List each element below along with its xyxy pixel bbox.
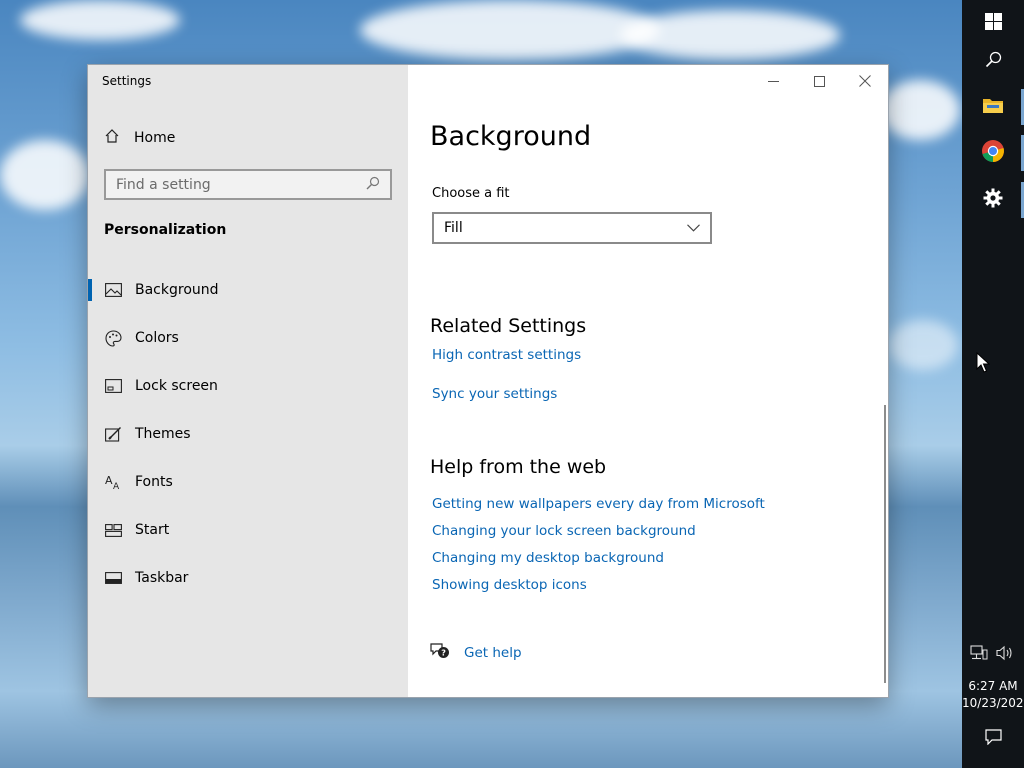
fit-dropdown-value: Fill: [444, 220, 463, 236]
settings-taskbar-button[interactable]: [962, 177, 1024, 223]
network-icon[interactable]: [970, 645, 988, 665]
volume-icon[interactable]: [996, 645, 1014, 665]
taskbar: 6:27 AM 10/23/2022: [962, 0, 1024, 768]
fit-dropdown[interactable]: Fill: [432, 212, 712, 244]
folder-icon: [982, 96, 1004, 118]
start-icon: [104, 521, 122, 539]
content-pane: Background Choose a fit Fill Related Set…: [408, 65, 888, 697]
sidebar-item-label: Fonts: [135, 474, 173, 490]
sidebar-item-label: Lock screen: [135, 378, 218, 394]
clock-time[interactable]: 6:27 AM: [962, 678, 1024, 695]
sidebar-item-fonts[interactable]: AA Fonts: [88, 463, 408, 501]
close-button[interactable]: [842, 65, 888, 97]
help-link-desktop-icons[interactable]: Showing desktop icons: [432, 577, 587, 593]
sidebar-item-background[interactable]: Background: [88, 271, 408, 309]
system-tray: [970, 645, 1014, 665]
sidebar-item-label: Themes: [135, 426, 191, 442]
home-button[interactable]: Home: [104, 127, 175, 149]
mouse-cursor-icon: [976, 351, 991, 378]
navigation-pane: Settings Home Find a setting Personaliza…: [88, 65, 408, 697]
clock-date[interactable]: 10/23/2022: [962, 695, 1024, 712]
sidebar-item-taskbar[interactable]: Taskbar: [88, 559, 408, 597]
search-icon: [366, 176, 380, 194]
sidebar-item-label: Background: [135, 282, 219, 298]
scrollbar[interactable]: [884, 405, 886, 683]
chrome-button[interactable]: [962, 130, 1024, 176]
related-settings-heading: Related Settings: [430, 315, 587, 337]
taskbar-icon: [104, 569, 122, 587]
windows-logo-icon: [984, 12, 1002, 34]
search-input[interactable]: Find a setting: [104, 169, 392, 200]
sidebar-item-themes[interactable]: Themes: [88, 415, 408, 453]
help-link-lock-screen[interactable]: Changing your lock screen background: [432, 523, 696, 539]
home-label: Home: [134, 130, 176, 146]
sidebar-item-colors[interactable]: Colors: [88, 319, 408, 357]
help-link-wallpapers[interactable]: Getting new wallpapers every day from Mi…: [432, 496, 765, 512]
help-heading: Help from the web: [430, 456, 607, 478]
chat-help-icon: ?: [430, 642, 450, 664]
chrome-icon: [981, 139, 1005, 167]
home-icon: [104, 128, 120, 148]
fit-label: Choose a fit: [432, 186, 510, 201]
svg-text:A: A: [113, 482, 120, 490]
search-button[interactable]: [962, 38, 1024, 84]
action-center-button[interactable]: [962, 716, 1024, 762]
svg-text:A: A: [105, 474, 113, 487]
maximize-button[interactable]: [796, 65, 842, 97]
sync-settings-link[interactable]: Sync your settings: [432, 386, 557, 402]
search-icon: [985, 51, 1002, 72]
picture-icon: [104, 281, 122, 299]
sidebar-item-label: Taskbar: [135, 570, 189, 586]
sidebar-item-label: Colors: [135, 330, 179, 346]
section-title: Personalization: [104, 222, 227, 238]
help-link-desktop-background[interactable]: Changing my desktop background: [432, 550, 664, 566]
fonts-icon: AA: [104, 473, 122, 491]
themes-icon: [104, 425, 122, 443]
gear-icon: [983, 188, 1003, 212]
window-title: Settings: [102, 74, 152, 88]
settings-window: Settings Home Find a setting Personaliza…: [88, 65, 888, 697]
file-explorer-button[interactable]: [962, 84, 1024, 130]
get-help-label: Get help: [464, 645, 522, 661]
palette-icon: [104, 329, 122, 347]
get-help-button[interactable]: ? Get help: [430, 642, 522, 664]
lock-screen-icon: [104, 377, 122, 395]
chevron-down-icon: [687, 220, 700, 236]
sidebar-item-label: Start: [135, 522, 170, 538]
window-controls: [750, 65, 888, 97]
minimize-button[interactable]: [750, 65, 796, 97]
search-placeholder: Find a setting: [116, 176, 211, 193]
page-title: Background: [430, 121, 592, 152]
notification-icon: [984, 729, 1002, 749]
sidebar-item-lock-screen[interactable]: Lock screen: [88, 367, 408, 405]
high-contrast-link[interactable]: High contrast settings: [432, 347, 581, 363]
svg-text:?: ?: [441, 649, 446, 658]
sidebar-item-start[interactable]: Start: [88, 511, 408, 549]
